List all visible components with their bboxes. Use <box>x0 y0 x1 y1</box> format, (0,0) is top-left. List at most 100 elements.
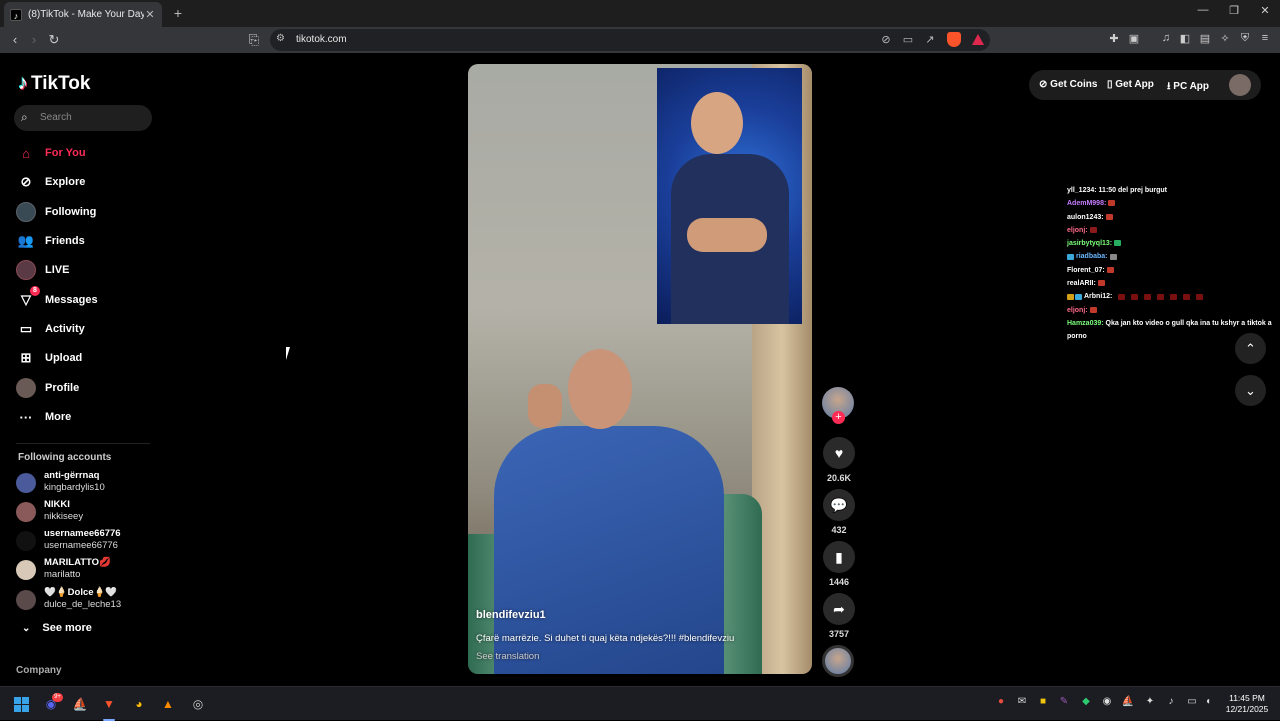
cast-icon[interactable]: ▭ <box>900 33 916 46</box>
tray-app-icon[interactable]: ● <box>993 696 1009 707</box>
nav-label: Following <box>45 206 97 218</box>
brave-shields-icon[interactable] <box>947 32 961 47</box>
menu-icon[interactable]: ≡ <box>1257 32 1273 44</box>
brave-browser-icon[interactable]: ▼ <box>100 695 118 713</box>
following-account[interactable]: 🤍🍦Dolce🍦🤍 dulce_de_leche13 <box>16 586 166 612</box>
network-icon[interactable]: ▭ <box>1184 696 1200 707</box>
nav-item-live[interactable]: LIVE <box>16 259 69 281</box>
tray-app-icon[interactable]: ■ <box>1035 696 1051 707</box>
site-info-icon[interactable]: ⚙ <box>276 33 285 44</box>
account-handle: kingbardylis10 <box>44 482 105 493</box>
restore-button[interactable]: ❐ <box>1219 4 1249 17</box>
tray-app-icon[interactable]: ✦ <box>1142 696 1158 707</box>
address-bar[interactable]: ⚙ tikotok.com ⊘ ▭ ↗ <box>270 29 990 51</box>
next-video-button[interactable]: ⌄ <box>1235 375 1266 406</box>
account-name: NIKKI <box>44 499 70 510</box>
following-account[interactable]: usernamee66776 usernamee66776 <box>16 527 166 553</box>
system-clock[interactable]: 11:45 PM 12/21/2025 <box>1222 693 1272 715</box>
minimize-button[interactable]: — <box>1188 4 1218 16</box>
forward-button[interactable]: › <box>25 31 43 49</box>
emoji-icon <box>1170 293 1178 300</box>
get-app-button[interactable]: ▯ Get App <box>1107 79 1154 90</box>
tiktok-note-icon: ♪ <box>18 72 28 94</box>
close-window-button[interactable]: ✕ <box>1250 4 1280 17</box>
get-coins-button[interactable]: ⊘ Get Coins <box>1039 79 1097 90</box>
nav-item-explore[interactable]: ⊘ Explore <box>16 171 86 193</box>
share-icon[interactable]: ↗ <box>922 33 938 46</box>
media-icon[interactable]: ♫ <box>1158 32 1174 44</box>
nav-item-friends[interactable]: 👥 Friends <box>16 230 85 252</box>
following-account[interactable]: NIKKI nikkiseey <box>16 498 166 524</box>
tray-discord-icon[interactable]: ◉ <box>1099 696 1115 707</box>
like-count: 20.6K <box>826 473 852 483</box>
vlc-icon[interactable]: ▲ <box>159 695 177 713</box>
nav-item-profile[interactable]: Profile <box>16 377 79 399</box>
music-disc-icon[interactable] <box>822 645 854 677</box>
windows-taskbar: ◉ ⛵ ▼ ◕ ▲ ◎ ● ✉ ■ ✎ ◆ ◉ ⛵ ✦ ♪ ▭ ◖ 11:45 … <box>0 686 1280 721</box>
reload-button[interactable]: ↻ <box>45 31 63 49</box>
avatar <box>16 590 36 610</box>
nav-item-following[interactable]: Following <box>16 201 96 223</box>
nav-item-messages[interactable]: ▽ 8 Messages <box>16 286 98 311</box>
browser-tab-active[interactable]: ♪ (8)TikTok - Make Your Day ✕ <box>4 2 162 27</box>
back-button[interactable]: ‹ <box>6 31 24 49</box>
screenshot-icon[interactable]: ▣ <box>1126 32 1142 45</box>
tray-mail-icon[interactable]: ✉ <box>1014 696 1030 707</box>
wallet-icon[interactable]: ▤ <box>1197 32 1213 45</box>
like-button[interactable]: ♥ <box>823 437 855 469</box>
nav-item-for-you[interactable]: ⌂ For You <box>16 142 85 164</box>
previous-video-button[interactable]: ⌃ <box>1235 333 1266 364</box>
comment-button[interactable]: 💬 <box>823 489 855 521</box>
video-author[interactable]: blendifevziu1 <box>476 609 546 621</box>
save-count: 1446 <box>828 577 850 587</box>
tray-steam-icon[interactable]: ⛵ <box>1120 696 1136 707</box>
steam-icon[interactable]: ⛵ <box>71 695 89 713</box>
extensions-icon[interactable]: ✚ <box>1106 32 1122 45</box>
search-input[interactable]: ⌕ Search <box>14 105 152 131</box>
nav-item-activity[interactable]: ▭ Activity <box>16 318 85 340</box>
vpn-icon[interactable]: ⛨ <box>1237 32 1253 45</box>
nav-item-more[interactable]: ··· More <box>16 406 72 428</box>
share-arrow-icon: ➦ <box>833 600 845 617</box>
friends-icon: 👥 <box>17 233 35 248</box>
follow-plus-icon[interactable]: + <box>832 411 845 424</box>
share-button[interactable]: ➦ <box>823 593 855 625</box>
save-button[interactable]: ▮ <box>823 541 855 573</box>
leo-ai-icon[interactable]: ✧ <box>1217 32 1233 45</box>
tab-close-icon[interactable]: ✕ <box>144 8 156 21</box>
activity-icon: ▭ <box>19 321 33 336</box>
video-inset-clip <box>657 68 802 324</box>
obs-icon[interactable]: ◎ <box>189 695 207 713</box>
brave-rewards-icon[interactable] <box>972 34 984 45</box>
discord-badge: 9+ <box>52 693 63 702</box>
chrome-icon[interactable]: ◕ <box>130 695 148 713</box>
chat-line: AdemM998: <box>1067 197 1277 210</box>
nav-item-upload[interactable]: ⊞ Upload <box>16 347 83 369</box>
see-translation-link[interactable]: See translation <box>476 651 539 662</box>
chat-line: aulon1243: <box>1067 211 1277 224</box>
company-link[interactable]: Company <box>16 665 62 676</box>
upload-icon: ⊞ <box>20 350 32 365</box>
tiktok-logo[interactable]: ♪ TikTok <box>18 72 90 95</box>
microphone-icon[interactable]: ♪ <box>1163 696 1179 707</box>
compass-icon: ⊘ <box>20 174 32 189</box>
new-tab-button[interactable]: + <box>170 4 186 22</box>
following-account[interactable]: MARILATTO💋 marilatto <box>16 556 166 582</box>
see-more-button[interactable]: ⌄ See more <box>22 622 92 634</box>
chat-line: realARII: <box>1067 277 1277 290</box>
heart-icon: ♥ <box>834 445 844 461</box>
tray-app-icon[interactable]: ✎ <box>1056 696 1072 707</box>
tray-nvidia-icon[interactable]: ◆ <box>1078 696 1094 707</box>
pc-app-label: PC App <box>1173 81 1210 92</box>
windows-start-icon[interactable] <box>12 695 30 713</box>
bookmark-icon[interactable]: ⎘ <box>245 31 263 49</box>
video-player[interactable]: blendifevziu1 Çfarë marrëzie. Si duhet t… <box>468 64 812 674</box>
sidebar-toggle-icon[interactable]: ◧ <box>1177 32 1193 45</box>
pc-app-button[interactable]: ⭳ PC App <box>1167 79 1209 96</box>
translate-off-icon[interactable]: ⊘ <box>878 33 894 46</box>
volume-icon[interactable]: ◖ <box>1200 696 1216 707</box>
following-account[interactable]: anti-gërrnaq kingbardylis10 <box>16 469 166 495</box>
video-caption: Çfarë marrëzie. Si duhet ti quaj këta nd… <box>476 633 735 644</box>
user-avatar[interactable] <box>1229 74 1251 96</box>
top-right-actions: ⊘ Get Coins ▯ Get App ⭳ PC App <box>1029 70 1261 100</box>
